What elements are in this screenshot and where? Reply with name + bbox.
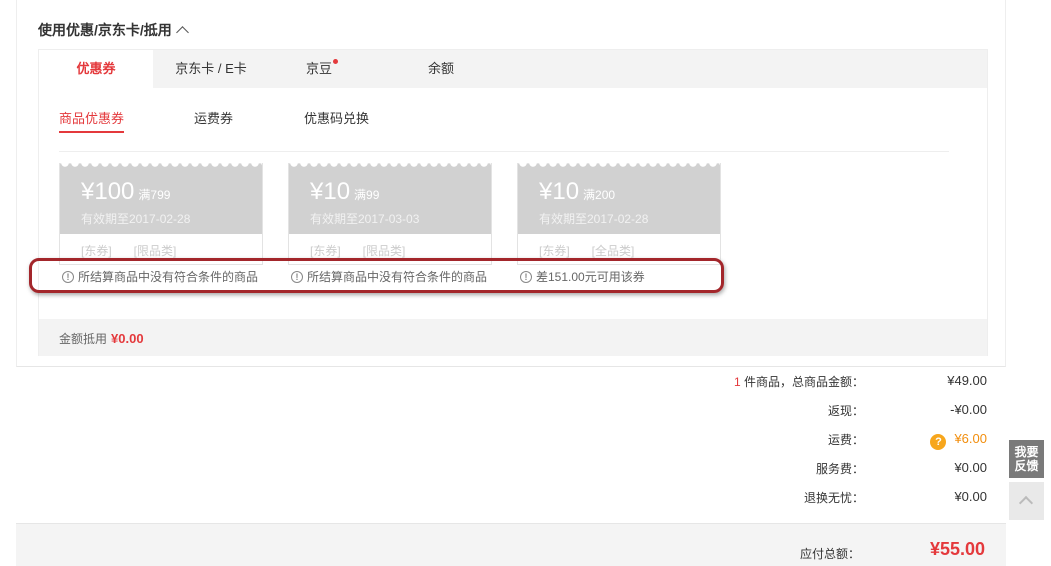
feedback-line: 反馈: [1014, 459, 1039, 473]
section-title-text: 使用优惠/京东卡/抵用: [38, 22, 172, 38]
tab-jd-card[interactable]: 京东卡 / E卡: [153, 50, 269, 88]
tab-label: 京东卡 / E卡: [175, 61, 247, 76]
summary-shipping: 运费： ? ¥6.00: [600, 431, 987, 451]
coupon-tags: [东券] [全品类]: [539, 242, 656, 259]
coupon-edge: [289, 163, 491, 169]
coupon-edge: [60, 163, 262, 169]
coupon-amount: ¥10 满200: [539, 178, 615, 206]
feedback-button[interactable]: 我要 反馈: [1009, 440, 1044, 478]
chevron-up-icon[interactable]: [175, 26, 189, 39]
coupon-subtabs: 商品优惠券 运费券 优惠码兑换: [59, 108, 949, 152]
coupon-notice-text: 所结算商品中没有符合条件的商品: [307, 270, 488, 284]
coupon-tag: [限品类]: [362, 244, 406, 258]
coupon-expiry: 有效期至2017-03-03: [310, 212, 420, 226]
total-bar: 应付总额： ¥55.00: [16, 523, 1006, 566]
feedback-line: 我要: [1014, 445, 1039, 459]
coupon-tags: [东券] [限品类]: [81, 242, 198, 259]
tab-bar: 优惠券 京东卡 / E卡 京豆 余额: [39, 50, 987, 88]
coupon-tag: [东券]: [81, 244, 112, 258]
shipping-value: ¥6.00: [954, 431, 987, 446]
coupon-notice-text: 所结算商品中没有符合条件的商品: [78, 270, 259, 284]
coupon-card[interactable]: ¥10 满200 有效期至2017-02-28 [东券] [全品类]: [517, 163, 721, 265]
summary-goods-label: 1 件商品，总商品金额：: [734, 373, 864, 390]
tab-container: 优惠券 京东卡 / E卡 京豆 余额 商品优惠券 运费券 优惠码兑换 ¥100 满…: [38, 49, 988, 356]
coupon-panel: 使用优惠/京东卡/抵用 优惠券 京东卡 / E卡 京豆 余额 商品优惠券 运费券…: [16, 0, 1006, 367]
coupon-tag: [东券]: [539, 244, 570, 258]
coupon-value: ¥100: [81, 178, 135, 205]
coupon-amount: ¥10 满99: [310, 178, 379, 206]
return-value: ¥0.00: [954, 489, 987, 504]
notification-dot: [333, 59, 338, 64]
coupon-card[interactable]: ¥10 满99 有效期至2017-03-03 [东券] [限品类]: [288, 163, 492, 265]
shipping-value-wrap: ? ¥6.00: [930, 431, 987, 450]
total-value: ¥55.00: [929, 539, 985, 559]
coupon-condition: 满799: [138, 188, 171, 202]
summary-goods-total: 1 件商品，总商品金额： ¥49.00: [600, 373, 987, 393]
amount-deduction-bar: 金额抵用 ¥0.00: [39, 319, 987, 356]
rebate-value: -¥0.00: [950, 402, 987, 417]
goods-total-value: ¥49.00: [947, 373, 987, 388]
coupon-tag: [东券]: [310, 244, 341, 258]
amount-deduction: 金额抵用 ¥0.00: [59, 330, 144, 347]
info-icon: !: [520, 270, 532, 283]
amount-deduction-value: ¥0.00: [111, 331, 144, 346]
coupon-face: ¥10 满99 有效期至2017-03-03: [289, 163, 491, 234]
info-icon: !: [62, 270, 74, 283]
summary-rebate: 返现： -¥0.00: [600, 402, 987, 422]
coupon-value: ¥10: [310, 178, 351, 205]
help-icon[interactable]: ?: [930, 434, 947, 450]
coupon-condition: 满200: [583, 188, 616, 202]
total-label: 应付总额：: [799, 547, 860, 561]
chevron-up-icon: [1018, 495, 1034, 511]
tab-coupons[interactable]: 优惠券: [39, 50, 153, 88]
coupon-amount: ¥100 满799: [81, 178, 170, 206]
coupon-notice: ! 所结算商品中没有符合条件的商品: [291, 268, 487, 285]
amount-deduction-label: 金额抵用: [59, 332, 108, 346]
coupon-expiry: 有效期至2017-02-28: [539, 212, 649, 226]
coupon-tag: [全品类]: [591, 244, 635, 258]
coupon-tags: [东券] [限品类]: [310, 242, 427, 259]
summary-service: 服务费： ¥0.00: [600, 460, 987, 480]
subtab-promo-code[interactable]: 优惠码兑换: [304, 108, 369, 131]
coupon-condition: 满99: [354, 188, 380, 202]
item-count: 1: [733, 375, 741, 389]
subtab-product-coupons[interactable]: 商品优惠券: [59, 108, 125, 133]
item-count-suffix: 件商品，总商品金额：: [740, 375, 864, 389]
tab-label: 优惠券: [76, 61, 116, 76]
tab-label: 京豆: [305, 61, 332, 76]
coupon-card[interactable]: ¥100 满799 有效期至2017-02-28 [东券] [限品类]: [59, 163, 263, 265]
coupon-face: ¥100 满799 有效期至2017-02-28: [60, 163, 262, 234]
rebate-label: 返现：: [827, 404, 864, 418]
return-label: 退换无忧：: [803, 491, 864, 505]
tab-balance[interactable]: 余额: [389, 50, 493, 88]
info-icon: !: [291, 270, 303, 283]
coupon-face: ¥10 满200 有效期至2017-02-28: [518, 163, 720, 234]
coupon-notice: ! 所结算商品中没有符合条件的商品: [62, 268, 258, 285]
back-to-top-button[interactable]: [1009, 482, 1044, 520]
coupon-notice-text: 差151.00元可用该券: [536, 270, 645, 284]
tab-label: 余额: [427, 61, 454, 76]
service-value: ¥0.00: [954, 460, 987, 475]
section-title[interactable]: 使用优惠/京东卡/抵用: [38, 20, 189, 40]
tab-jd-beans[interactable]: 京豆: [269, 50, 369, 88]
summary-return: 退换无忧： ¥0.00: [600, 489, 987, 509]
coupon-tag: [限品类]: [133, 244, 177, 258]
service-label: 服务费：: [815, 462, 864, 476]
coupon-value: ¥10: [539, 178, 580, 205]
coupon-notice: ! 差151.00元可用该券: [520, 268, 645, 285]
shipping-label: 运费：: [827, 433, 864, 447]
subtab-shipping-coupons[interactable]: 运费券: [194, 108, 233, 131]
coupon-edge: [518, 163, 720, 169]
coupon-expiry: 有效期至2017-02-28: [81, 212, 191, 226]
